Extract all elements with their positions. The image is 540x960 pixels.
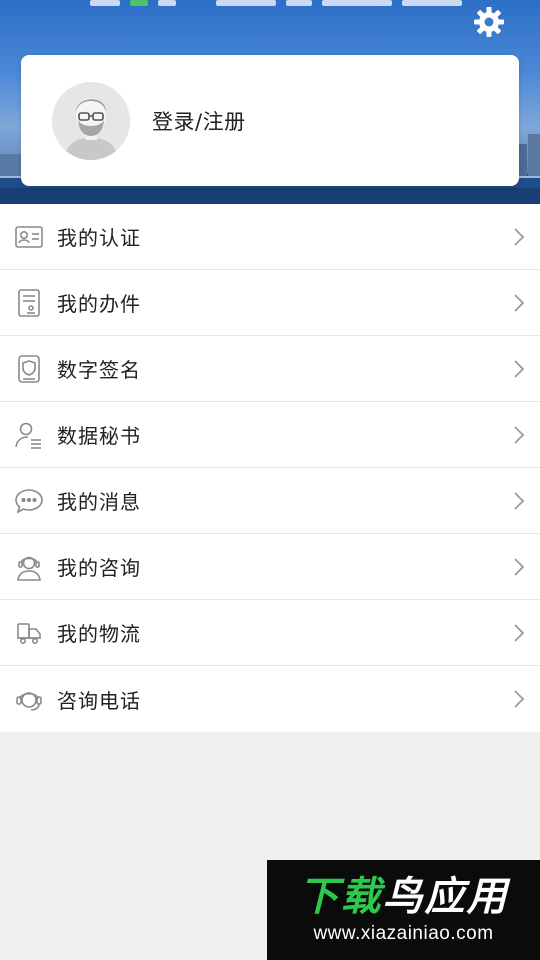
menu-item-consultation[interactable]: 我的咨询	[0, 534, 540, 600]
phone-headset-icon	[14, 684, 44, 714]
menu-item-label: 我的消息	[57, 490, 141, 514]
settings-button[interactable]	[471, 4, 507, 40]
menu-item-label: 我的办件	[57, 292, 141, 316]
status-bar	[90, 0, 490, 8]
menu-item-label: 我的咨询	[57, 556, 141, 580]
avatar-icon	[52, 81, 130, 160]
user-list-icon	[14, 420, 44, 450]
profile-card[interactable]: 登录/注册	[21, 55, 519, 186]
menu-item-data-secretary[interactable]: 数据秘书	[0, 402, 540, 468]
chevron-right-icon	[514, 359, 525, 378]
menu-item-digital-signature[interactable]: 数字签名	[0, 336, 540, 402]
menu-item-logistics[interactable]: 我的物流	[0, 600, 540, 666]
avatar[interactable]	[52, 81, 130, 160]
chevron-right-icon	[514, 425, 525, 444]
menu-item-hotline[interactable]: 咨询电话	[0, 666, 540, 732]
chevron-right-icon	[514, 491, 525, 510]
menu-item-label: 我的物流	[57, 622, 141, 646]
menu-item-label: 数据秘书	[57, 424, 141, 448]
id-card-icon	[14, 222, 44, 252]
truck-icon	[14, 618, 44, 648]
chevron-right-icon	[514, 227, 525, 246]
watermark-url: www.xiazainiao.com	[313, 923, 494, 944]
login-register-link[interactable]: 登录/注册	[152, 106, 246, 136]
watermark-brand: 下载鸟应用	[298, 874, 509, 920]
chevron-right-icon	[514, 690, 525, 708]
menu-list: 我的认证 我的办件 数字签名 数据秘书 我的消息 我的咨询 我的物流 咨询电话	[0, 204, 540, 732]
shield-badge-icon	[14, 354, 44, 384]
chevron-right-icon	[514, 557, 525, 576]
menu-item-label: 我的认证	[57, 226, 141, 250]
menu-item-my-cases[interactable]: 我的办件	[0, 270, 540, 336]
menu-item-certification[interactable]: 我的认证	[0, 204, 540, 270]
gear-icon	[474, 7, 504, 37]
watermark-logo: 下载鸟应用 www.xiazainiao.com	[267, 860, 540, 960]
menu-item-label: 咨询电话	[57, 688, 141, 713]
menu-item-messages[interactable]: 我的消息	[0, 468, 540, 534]
headset-user-icon	[14, 552, 44, 582]
chat-bubble-icon	[14, 486, 44, 516]
document-icon	[14, 288, 44, 318]
menu-item-label: 数字签名	[57, 358, 141, 382]
chevron-right-icon	[514, 623, 525, 642]
chevron-right-icon	[514, 293, 525, 312]
